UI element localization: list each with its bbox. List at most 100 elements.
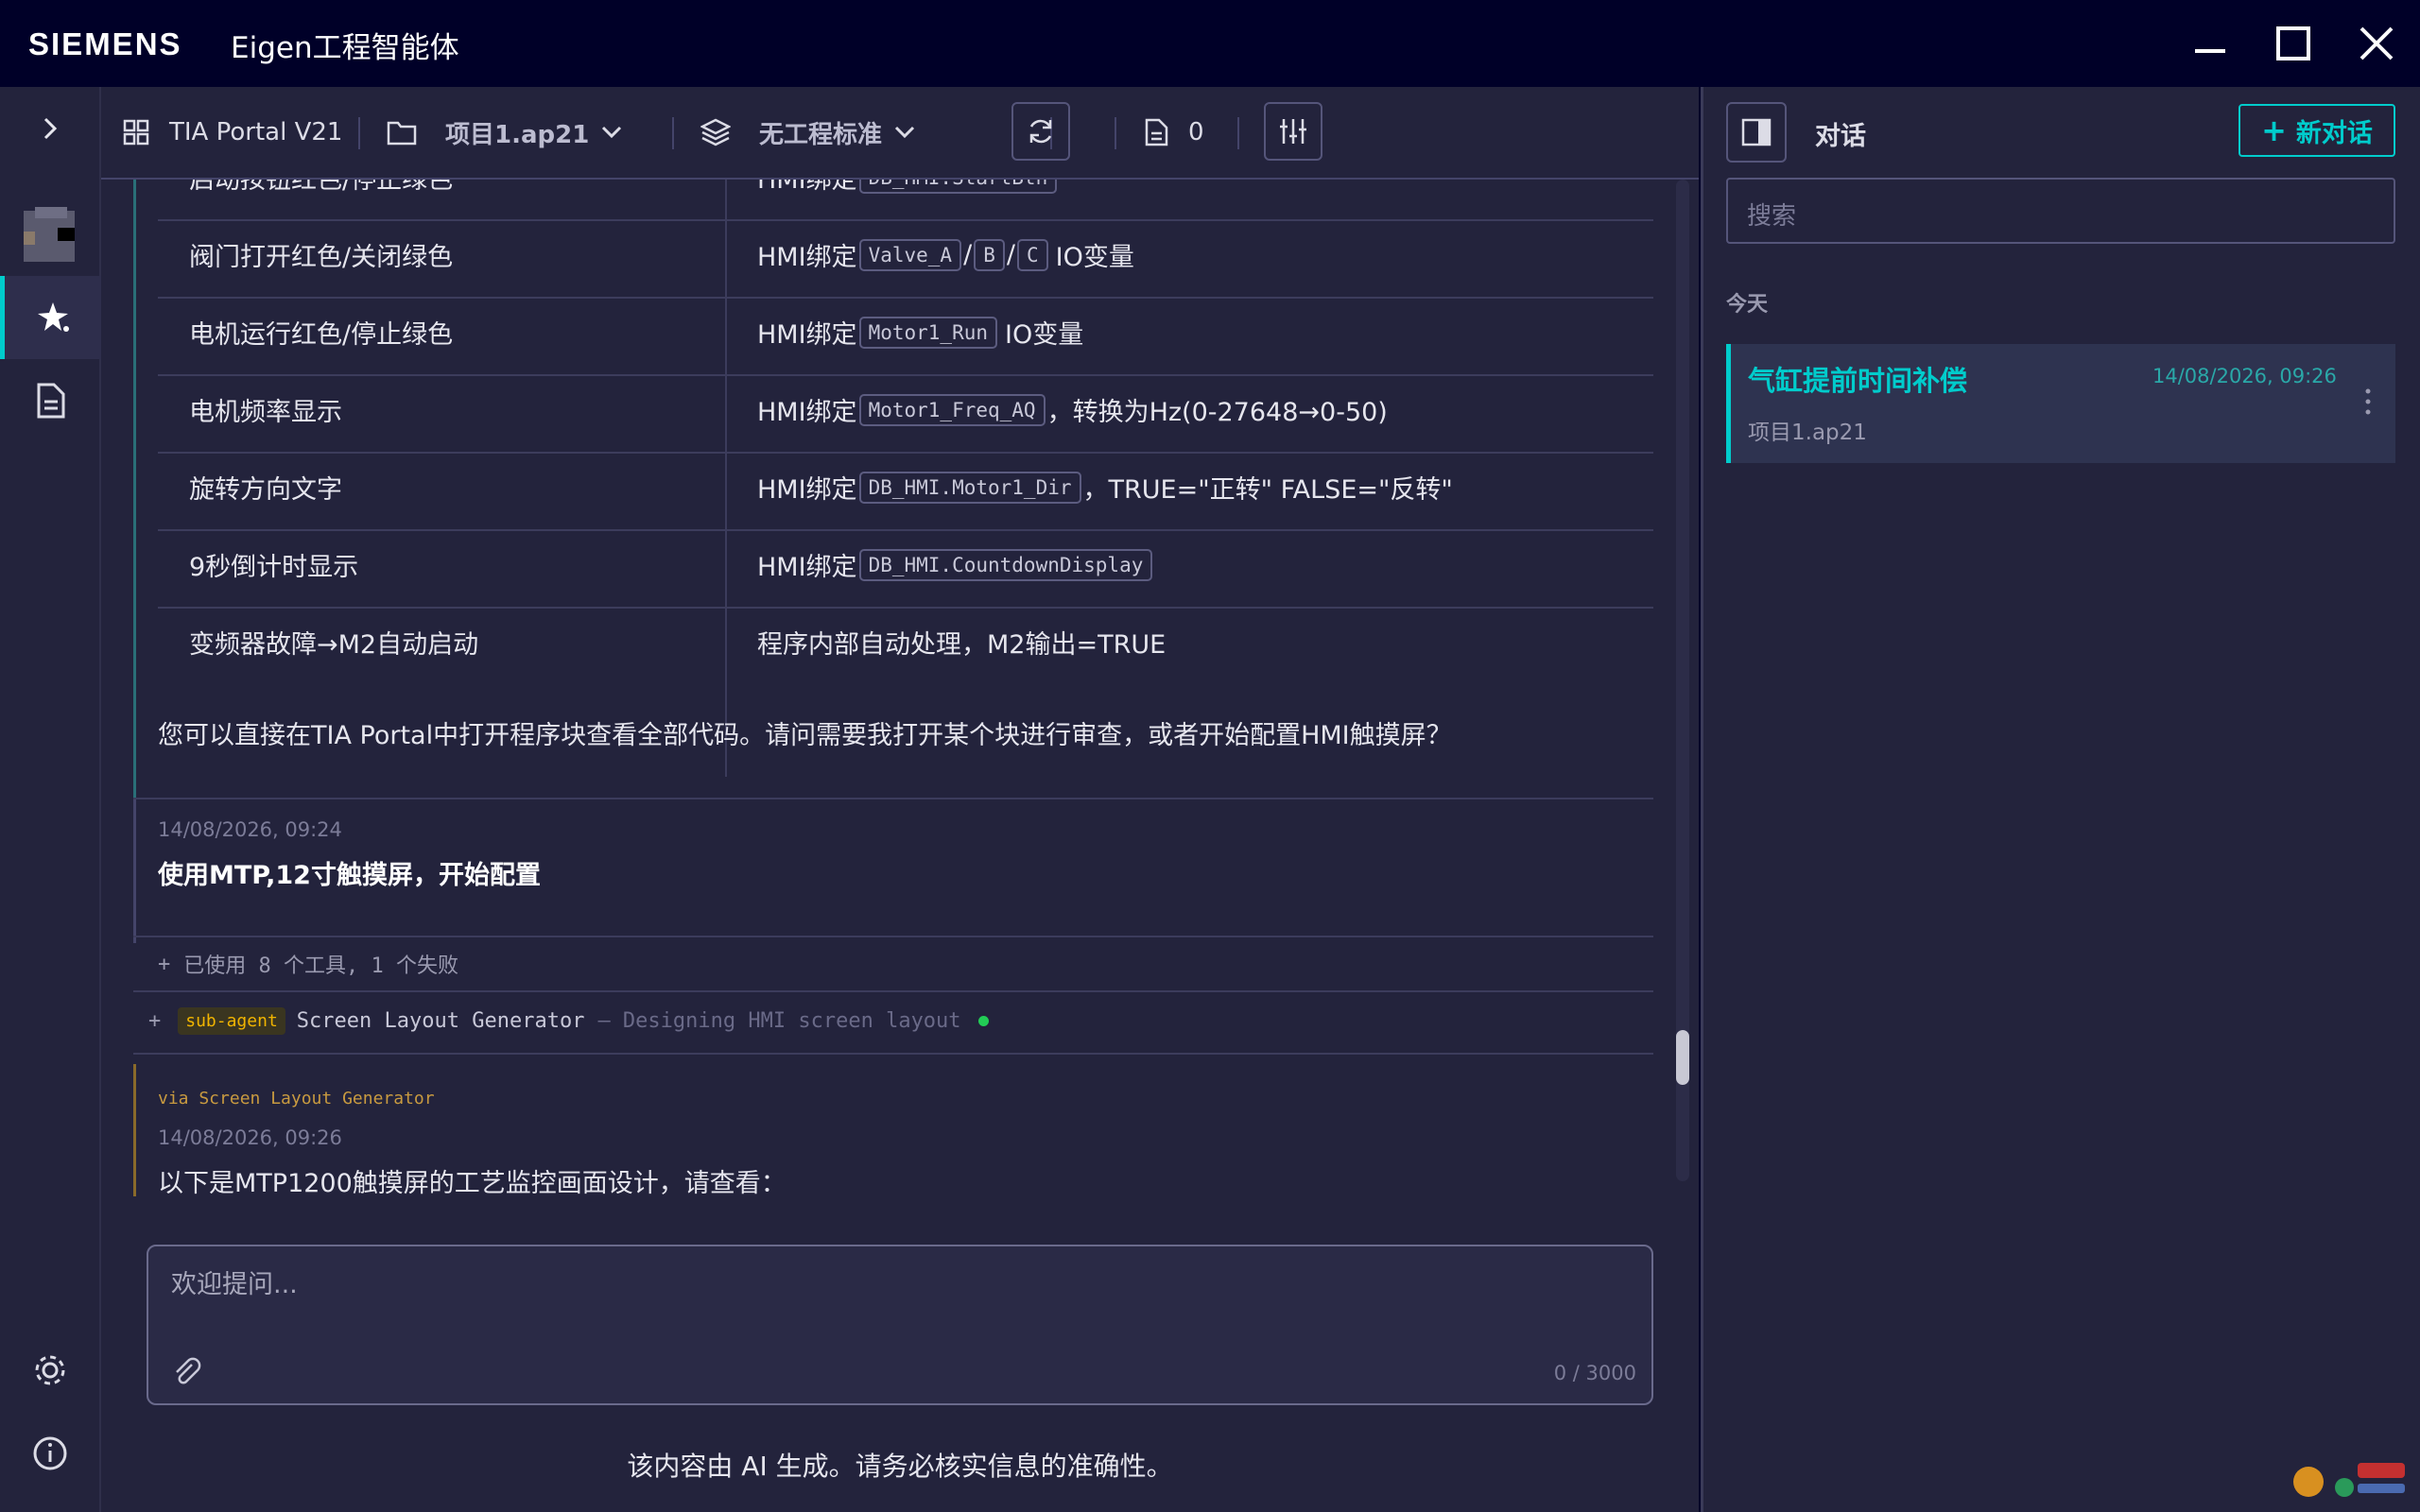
message-divider bbox=[133, 936, 1653, 937]
table-cell-binding: 程序内部自动处理，M2输出=TRUE bbox=[757, 630, 1167, 660]
new-conversation-button[interactable]: + 新对话 bbox=[2238, 104, 2395, 157]
gear-icon bbox=[35, 1355, 64, 1385]
table-row: 阀门打开红色/关闭绿色 HMI绑定 Valve_A / B / C IO变量 bbox=[101, 219, 1699, 297]
minimize-button[interactable] bbox=[2182, 17, 2238, 70]
status-dot bbox=[977, 1015, 989, 1026]
table-cell-binding: HMI绑定 Motor1_Freq_AQ ，转换为Hz(0-27648→0-50… bbox=[757, 391, 1388, 428]
table-cell-binding: HMI绑定 Valve_A / B / C IO变量 bbox=[757, 236, 1134, 273]
portal-label: TIA Portal V21 bbox=[169, 118, 343, 146]
table-cell-feature: 旋转方向文字 bbox=[189, 475, 342, 505]
tools-summary[interactable]: + 已使用 8 个工具, 1 个失败 bbox=[158, 947, 458, 981]
table-row: 变频器故障→M2自动启动 程序内部自动处理，M2输出=TRUE bbox=[101, 607, 1699, 684]
prompt-input[interactable]: 欢迎提问... bbox=[171, 1263, 298, 1300]
user-message-text: 使用MTP,12寸触摸屏，开始配置 bbox=[158, 861, 541, 890]
reply-time: 14/08/2026, 09:26 bbox=[158, 1126, 342, 1149]
prompt-input-box[interactable]: 欢迎提问... 0 / 3000 bbox=[147, 1245, 1653, 1405]
code-tag: C bbox=[1016, 238, 1048, 271]
close-button[interactable] bbox=[2348, 17, 2405, 70]
maximize-icon bbox=[2276, 26, 2310, 60]
code-tag: Motor1_Freq_AQ bbox=[858, 393, 1046, 426]
char-counter: 0 / 3000 bbox=[1553, 1362, 1636, 1384]
more-vertical-icon bbox=[2365, 388, 2371, 415]
message-divider bbox=[133, 990, 1653, 992]
code-tag: B bbox=[974, 238, 1005, 271]
code-tag: Valve_A bbox=[858, 238, 962, 271]
portal-selector[interactable]: TIA Portal V21 bbox=[122, 87, 342, 178]
grid-icon bbox=[123, 119, 149, 146]
divider bbox=[672, 117, 674, 149]
folder-icon bbox=[387, 121, 417, 146]
subagent-row[interactable]: + sub-agent Screen Layout Generator — De… bbox=[148, 1002, 989, 1040]
document-count[interactable]: 0 bbox=[1143, 87, 1204, 178]
rail-item-documents[interactable] bbox=[0, 363, 99, 438]
chat-area: 启动按钮红色/停止绿色 HMI绑定 DB_HMI.StartBtn 阀门打开红色… bbox=[101, 180, 1699, 1276]
conversation-title: 气缸提前时间补偿 bbox=[1748, 365, 1968, 397]
binding-prefix: HMI绑定 bbox=[757, 475, 857, 505]
rail-item-assistant[interactable] bbox=[0, 276, 104, 359]
document-icon bbox=[1145, 118, 1168, 146]
binding-suffix: IO变量 bbox=[1055, 243, 1134, 272]
message-divider bbox=[133, 1053, 1653, 1055]
title-bar: SIEMENS Eigen工程智能体 bbox=[0, 0, 2420, 87]
binding-suffix: ，转换为Hz(0-27648→0-50) bbox=[1046, 398, 1388, 427]
standard-selector[interactable]: 无工程标准 bbox=[700, 87, 916, 178]
table-cell-feature: 电机频率显示 bbox=[189, 398, 342, 427]
project-selector[interactable]: 项目1.ap21 bbox=[387, 87, 623, 178]
binding-prefix: HMI绑定 bbox=[757, 243, 857, 272]
table-cell-binding: HMI绑定 Motor1_Run IO变量 bbox=[757, 314, 1083, 351]
info-button[interactable] bbox=[0, 1416, 99, 1491]
close-icon bbox=[2360, 26, 2394, 60]
table-cell-feature: 电机运行红色/停止绿色 bbox=[189, 320, 454, 350]
subagent-badge: sub-agent bbox=[178, 1006, 285, 1035]
paperclip-icon bbox=[176, 1357, 201, 1384]
binding-suffix: ，TRUE="正转" FALSE="反转" bbox=[1082, 475, 1453, 505]
table-cell-feature: 阀门打开红色/关闭绿色 bbox=[189, 243, 454, 272]
binding-prefix: HMI绑定 bbox=[757, 320, 857, 350]
conversation-project: 项目1.ap21 bbox=[1748, 421, 1867, 445]
divider bbox=[1115, 117, 1116, 149]
avatar[interactable] bbox=[0, 181, 99, 285]
more-options-button[interactable] bbox=[2362, 386, 2374, 418]
document-icon bbox=[37, 383, 64, 419]
table-cell-feature: 9秒倒计时显示 bbox=[189, 553, 359, 582]
search-input[interactable]: 搜索 bbox=[1726, 178, 2395, 244]
table-row: 9秒倒计时显示 HMI绑定 DB_HMI.CountdownDisplay bbox=[101, 529, 1699, 607]
refresh-icon bbox=[1029, 119, 1052, 144]
sparkle-icon bbox=[37, 302, 69, 332]
conversation-time: 14/08/2026, 09:26 bbox=[2152, 365, 2337, 387]
code-tag: DB_HMI.CountdownDisplay bbox=[858, 548, 1153, 581]
watermark-logo bbox=[2288, 1450, 2411, 1506]
attach-button[interactable] bbox=[171, 1356, 203, 1388]
user-message-bar bbox=[133, 799, 136, 943]
table-cell-binding: HMI绑定 DB_HMI.Motor1_Dir ，TRUE="正转" FALSE… bbox=[757, 469, 1453, 506]
code-tag: DB_HMI.Motor1_Dir bbox=[858, 471, 1081, 504]
expand-rail-button[interactable] bbox=[0, 91, 99, 166]
table-cell-feature: 启动按钮红色/停止绿色 bbox=[189, 180, 454, 195]
settings-button[interactable] bbox=[0, 1332, 99, 1408]
table-row: 旋转方向文字 HMI绑定 DB_HMI.Motor1_Dir ，TRUE="正转… bbox=[101, 452, 1699, 529]
app-title: Eigen工程智能体 bbox=[231, 31, 459, 65]
project-label: 项目1.ap21 bbox=[445, 120, 590, 149]
settings-sliders-button[interactable] bbox=[1264, 102, 1322, 161]
chat-scrollbar-thumb[interactable] bbox=[1676, 1030, 1689, 1085]
separator: / bbox=[1006, 240, 1015, 269]
refresh-button[interactable] bbox=[1011, 102, 1070, 161]
main-area: TIA Portal V21 项目1.ap21 无工程标准 0 启动按钮红色/停… bbox=[101, 87, 1699, 1512]
chevron-down-icon bbox=[602, 126, 622, 139]
mapping-table: 启动按钮红色/停止绿色 HMI绑定 DB_HMI.StartBtn 阀门打开红色… bbox=[101, 180, 1699, 784]
subagent-name: Screen Layout Generator bbox=[296, 1008, 585, 1033]
section-label-today: 今天 bbox=[1726, 293, 1769, 317]
toggle-panel-button[interactable] bbox=[1726, 102, 1787, 163]
maximize-button[interactable] bbox=[2265, 17, 2322, 70]
table-cell-feature: 变频器故障→M2自动启动 bbox=[189, 630, 479, 660]
code-tag: DB_HMI.StartBtn bbox=[858, 180, 1058, 194]
binding-prefix: HMI绑定 bbox=[757, 553, 857, 582]
binding-prefix: HMI绑定 bbox=[757, 398, 857, 427]
search-placeholder: 搜索 bbox=[1747, 202, 1797, 231]
conversation-item[interactable]: 气缸提前时间补偿 14/08/2026, 09:26 项目1.ap21 bbox=[1726, 344, 2395, 463]
standard-label: 无工程标准 bbox=[759, 120, 883, 149]
expand-icon: + bbox=[148, 1008, 162, 1033]
table-row: 电机运行红色/停止绿色 HMI绑定 Motor1_Run IO变量 bbox=[101, 297, 1699, 374]
conversation-panel: 对话 + 新对话 搜索 今天 气缸提前时间补偿 14/08/2026, 09:2… bbox=[1701, 87, 2420, 1512]
table-row: 电机频率显示 HMI绑定 Motor1_Freq_AQ ，转换为Hz(0-276… bbox=[101, 374, 1699, 452]
